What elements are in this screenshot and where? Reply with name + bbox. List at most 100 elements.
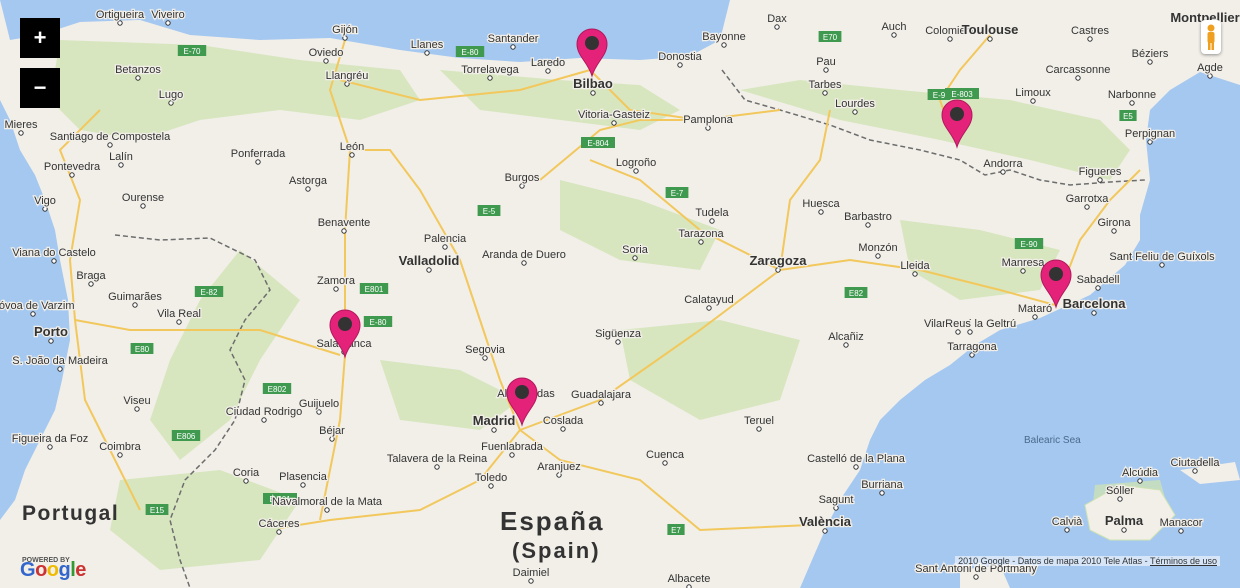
city-label: Torrelavega (461, 64, 519, 76)
road-shield: E-804 (581, 137, 615, 148)
city-label: Valladolid (399, 253, 460, 268)
city-label: Béziers (1132, 48, 1169, 60)
city-dot (255, 159, 261, 165)
city-dot (424, 50, 430, 56)
city-dot (519, 183, 525, 189)
city-label: Soria (622, 244, 649, 256)
city-label: Guimarães (108, 291, 162, 303)
city-dot (560, 426, 566, 432)
road-shield: E-82 (194, 286, 224, 297)
city-label: Toulouse (962, 22, 1019, 37)
city-dot (598, 400, 604, 406)
city-dot (756, 426, 762, 432)
city-label: València (799, 514, 852, 529)
city-label: Fuenlabrada (481, 441, 544, 453)
google-logo[interactable]: Google (20, 559, 86, 582)
city-label: Girona (1097, 217, 1131, 229)
city-dot (633, 168, 639, 174)
city-label: Teruel (744, 415, 774, 427)
city-label: Figueres (1079, 166, 1122, 178)
map-canvas[interactable]: E-70 E-80 E-5 E-804 E-7 E-9 E-90 E82 E-82 E801 E-8… (0, 0, 1240, 588)
city-dot (42, 206, 48, 212)
city-dot (1117, 496, 1123, 502)
city-label: Toledo (475, 472, 507, 484)
city-dot (698, 239, 704, 245)
city-dot (1032, 314, 1038, 320)
city-dot (955, 329, 961, 335)
road-shield: E-80 (363, 316, 393, 327)
road-shield-label: E15 (150, 506, 165, 515)
google-logo-letter: o (46, 559, 59, 581)
city-label: Guijuelo (299, 398, 339, 410)
city-label: Palma (1105, 513, 1144, 528)
city-label: Santander (488, 33, 539, 45)
city-label: Daimiel (513, 567, 550, 579)
city-dot (509, 452, 515, 458)
city-dot (843, 342, 849, 348)
city-dot (1095, 285, 1101, 291)
city-label: Lalín (109, 151, 133, 163)
city-dot (261, 417, 267, 423)
zoom-out-button[interactable]: − (20, 68, 60, 108)
pegman-control[interactable] (1201, 20, 1221, 54)
city-dot (1129, 100, 1135, 106)
city-label: Betanzos (115, 64, 161, 76)
google-logo-letter: o (35, 559, 47, 581)
city-label: Mataró (1018, 303, 1052, 315)
city-dot (1159, 262, 1165, 268)
city-label: Zamora (317, 275, 356, 287)
marker-dot (1049, 267, 1063, 281)
city-label: Lleida (900, 260, 930, 272)
road-shield-label: E-804 (587, 139, 609, 148)
road-shield: E806 (171, 430, 201, 441)
city-label: Albacete (668, 573, 711, 585)
city-dot (891, 32, 897, 38)
city-label: Astorga (289, 175, 328, 187)
marker-dot (338, 317, 352, 331)
city-dot (47, 444, 53, 450)
city-dot (329, 436, 335, 442)
city-label: Laredo (531, 57, 565, 69)
city-dot (324, 507, 330, 513)
city-dot (118, 162, 124, 168)
city-label: Pau (816, 56, 836, 68)
road-shield: E70 (818, 31, 842, 42)
city-dot (611, 120, 617, 126)
road-shield: E-5 (477, 205, 501, 216)
city-label: Andorra (983, 158, 1023, 170)
city-label: Barcelona (1063, 296, 1127, 311)
city-dot (165, 20, 171, 26)
city-label: Guadalajara (571, 389, 632, 401)
city-label: León (340, 141, 364, 153)
city-dot (1121, 527, 1127, 533)
city-dot (556, 472, 562, 478)
city-dot (344, 81, 350, 87)
city-dot (823, 67, 829, 73)
city-label: Tarazona (678, 228, 724, 240)
city-label: Huesca (802, 198, 840, 210)
terms-of-use-link[interactable]: Términos de uso (1150, 556, 1217, 566)
road-shield: E802 (262, 383, 292, 394)
city-label: Viana do Castelo (12, 247, 96, 259)
zoom-in-button[interactable]: + (20, 18, 60, 58)
city-label: Viseu (123, 395, 150, 407)
city-label: Manresa (1002, 257, 1046, 269)
city-label: Calvià (1052, 516, 1083, 528)
google-logo-letter: G (20, 559, 36, 581)
city-dot (18, 130, 24, 136)
city-label: Coria (233, 467, 260, 479)
city-label: Santiago de Compostela (50, 131, 171, 143)
city-label: Limoux (1015, 87, 1051, 99)
city-dot (987, 36, 993, 42)
city-dot (1075, 75, 1081, 81)
map-attribution: 2010 Google - Datos de mapa 2010 Tele At… (955, 556, 1220, 566)
city-dot (545, 68, 551, 74)
road-shield-label: E-80 (462, 48, 479, 57)
city-label: Zaragoza (749, 253, 807, 268)
city-dot (482, 355, 488, 361)
city-label: Castres (1071, 25, 1109, 37)
city-label: Coimbra (99, 441, 141, 453)
city-label: Reus (945, 318, 971, 330)
city-dot (875, 253, 881, 259)
city-dot (349, 152, 355, 158)
